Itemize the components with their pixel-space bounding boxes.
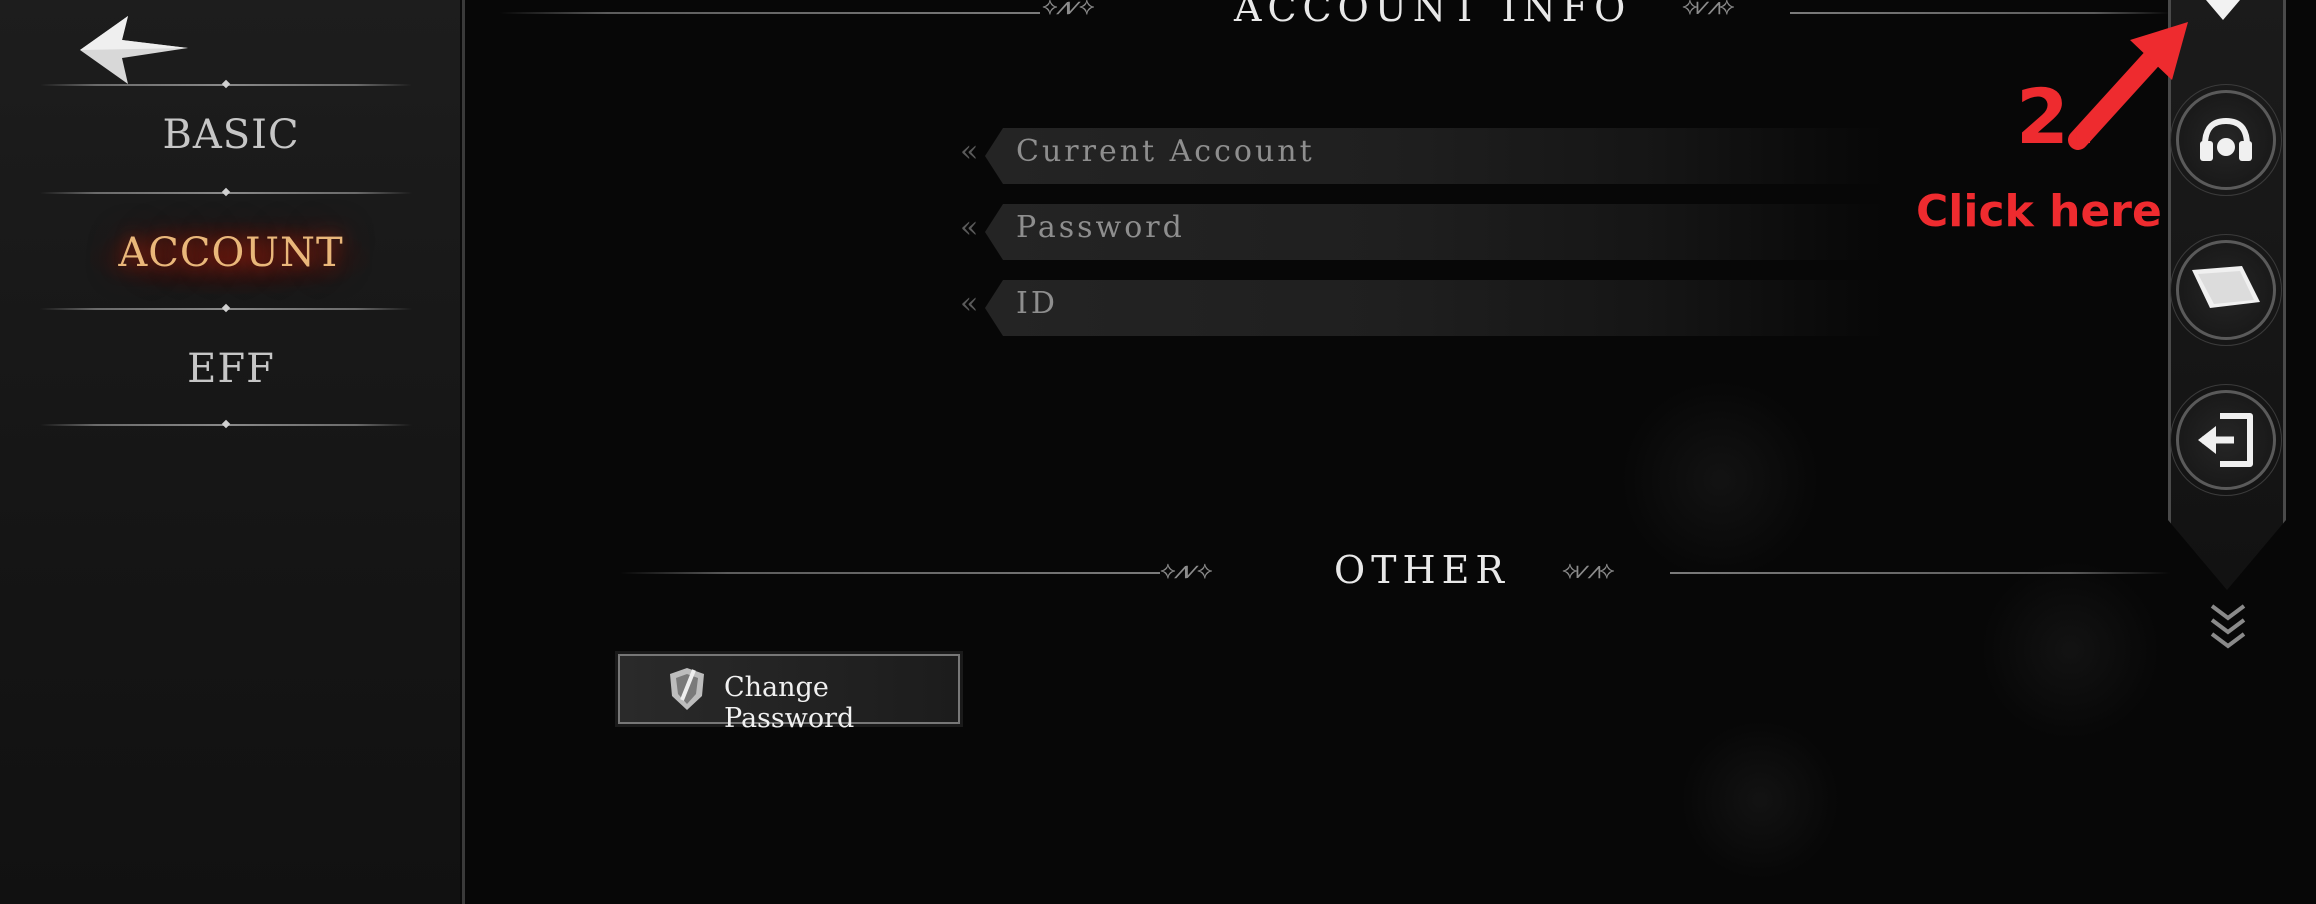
other-title: OTHER <box>1334 548 1510 592</box>
password-label: Password <box>1016 210 1185 245</box>
header-ornament-right: ⟡⩗⩘⟡ <box>1682 0 1735 20</box>
current-account-label: Current Account <box>1016 134 1315 169</box>
sidebar-item-label: EFF <box>187 346 275 392</box>
back-button[interactable] <box>76 14 192 86</box>
field-arrow-icon: « <box>960 286 979 321</box>
double-chevron-down-icon[interactable] <box>2208 600 2248 656</box>
header-ornament-left: ⟡⩘⩗⟡ <box>1042 0 1095 20</box>
other-line-right <box>1670 572 2170 574</box>
change-password-label: Change Password <box>724 672 855 734</box>
logout-icon <box>2198 413 2253 467</box>
annotation-text: Click here <box>1916 186 2162 237</box>
sidebar-item-basic[interactable]: BASIC <box>0 112 462 158</box>
other-ornament-left: ⟡⩘⩗⟡ <box>1160 556 1213 584</box>
background-ghost <box>1680 720 1840 880</box>
other-ornament-right: ⟡⩗⩘⟡ <box>1562 556 1615 584</box>
notice-button[interactable] <box>2170 234 2282 346</box>
account-info-title: ACCOUNT INFO <box>1234 0 1632 30</box>
sidebar-divider <box>40 84 412 86</box>
field-arrow-icon: « <box>960 134 979 169</box>
sidebar-divider <box>40 424 412 426</box>
sidebar-item-eff[interactable]: EFF <box>0 346 462 392</box>
sidebar-item-label: BASIC <box>162 112 300 158</box>
rail-collapse-icon[interactable] <box>2206 0 2240 22</box>
logout-button[interactable] <box>2170 384 2282 496</box>
change-password-button[interactable]: Change Password <box>618 654 960 734</box>
scroll-icon <box>2192 266 2260 308</box>
sidebar-divider <box>40 192 412 194</box>
field-arrow-icon: « <box>960 210 979 245</box>
key-shield-icon <box>670 668 704 710</box>
settings-sidebar: BASIC ACCOUNT EFF <box>0 0 465 904</box>
id-label: ID <box>1016 286 1058 321</box>
background-ghost <box>1980 560 2160 740</box>
other-line-left <box>620 572 1160 574</box>
sidebar-divider <box>40 308 412 310</box>
sidebar-item-account[interactable]: ACCOUNT <box>0 230 462 276</box>
id-field <box>985 280 1885 336</box>
annotation-step: 2. <box>2016 72 2098 161</box>
back-arrow-icon <box>80 16 188 84</box>
headset-icon <box>2200 117 2252 161</box>
header-line-left <box>500 12 1040 14</box>
sidebar-item-label: ACCOUNT <box>118 230 344 276</box>
background-ghost <box>1620 380 1820 580</box>
